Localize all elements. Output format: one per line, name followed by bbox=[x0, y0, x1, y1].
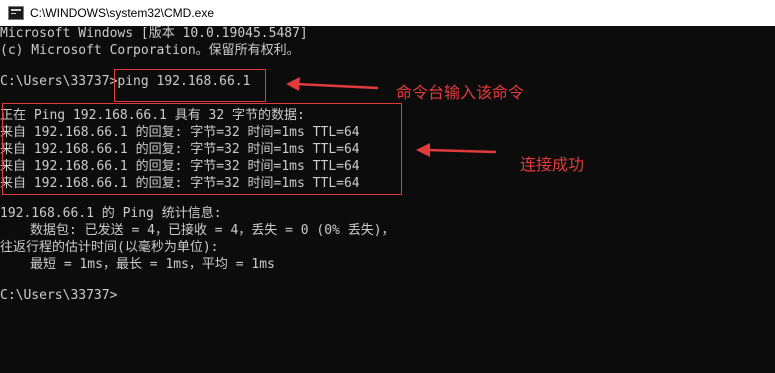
cmd-window: C:\WINDOWS\system32\CMD.exe Microsoft Wi… bbox=[0, 0, 775, 373]
arrow-to-replies bbox=[416, 143, 497, 157]
arrow-to-command bbox=[286, 77, 379, 91]
command-annotation-label: 命令台输入该命令 bbox=[396, 83, 525, 102]
annotation-arrows bbox=[286, 77, 497, 157]
success-annotation-label: 连接成功 bbox=[520, 155, 585, 174]
